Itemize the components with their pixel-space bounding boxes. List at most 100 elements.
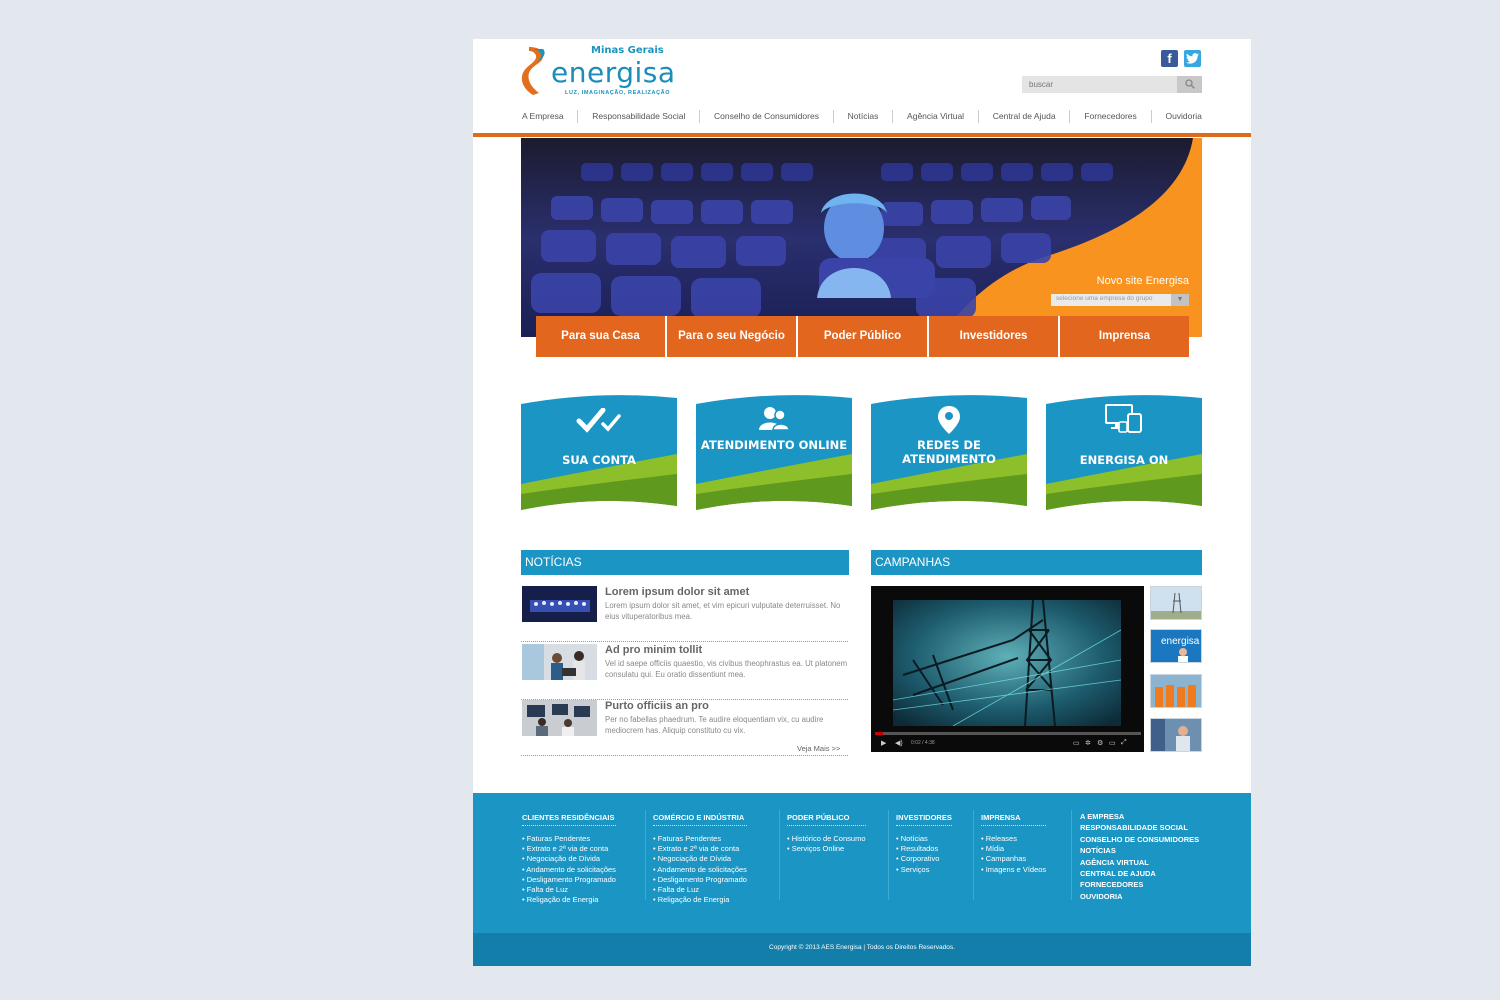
video-player[interactable]: ▶ ◀) 0:02 / 4:38 ▭ ✲ ⚙ ▭ ⤢ [871, 586, 1144, 752]
settings-icon[interactable]: ⚙ [1097, 739, 1103, 747]
chevron-down-icon: ▼ [1171, 294, 1189, 306]
footer-link[interactable]: • Desligamento Programado [522, 875, 616, 885]
audience-tabs: Para sua Casa Para o seu Negócio Poder P… [536, 316, 1189, 357]
video-thumbnail[interactable] [1150, 674, 1202, 708]
card-sua-conta[interactable]: SUA CONTA [521, 394, 677, 512]
tab-para-sua-casa[interactable]: Para sua Casa [536, 316, 667, 357]
footer-link[interactable]: • Religação de Energia [653, 895, 747, 905]
gear-icon[interactable]: ✲ [1085, 739, 1091, 747]
footer-link[interactable]: • Faturas Pendentes [653, 834, 747, 844]
footer-link-a-empresa[interactable]: A EMPRESA [1080, 811, 1199, 822]
logo-region: Minas Gerais [591, 45, 664, 56]
footer-link[interactable]: • Imagens e Vídeos [981, 865, 1046, 875]
footer-link[interactable]: • Falta de Luz [653, 885, 747, 895]
captions-icon[interactable]: ▭ [1073, 739, 1080, 747]
tab-poder-publico[interactable]: Poder Público [798, 316, 929, 357]
footer-link[interactable]: • Resultados [896, 844, 952, 854]
nav-divider [1150, 110, 1152, 123]
video-time: 0:02 / 4:38 [911, 740, 935, 746]
footer-column-poder-publico: PODER PÚBLICO • Histórico de Consumo • S… [787, 813, 866, 854]
footer-link-conselho-de-consumidores[interactable]: CONSELHO DE CONSUMIDORES [1080, 834, 1199, 845]
card-redes-de-atendimento[interactable]: REDES DE ATENDIMENTO [871, 394, 1027, 512]
footer-column-clientes-residenciais: CLIENTES RESIDÊNCIAIS • Faturas Pendente… [522, 813, 616, 905]
nav-item-agencia-virtual[interactable]: Agência Virtual [907, 108, 964, 124]
header-divider [473, 133, 1251, 137]
footer-link-agencia-virtual[interactable]: AGÊNCIA VIRTUAL [1080, 857, 1199, 868]
news-item[interactable]: Lorem ipsum dolor sit amet Lorem ipsum d… [521, 586, 848, 642]
footer-link-central-de-ajuda[interactable]: CENTRAL DE AJUDA [1080, 868, 1199, 879]
double-check-icon [521, 407, 677, 439]
footer-link[interactable]: • Falta de Luz [522, 885, 616, 895]
facebook-icon[interactable]: f [1161, 50, 1178, 67]
news-heading: NOTÍCIAS [521, 550, 849, 575]
footer-link[interactable]: • Faturas Pendentes [522, 834, 616, 844]
footer-link[interactable]: • Extrato e 2ª via de conta [653, 844, 747, 854]
card-label: ENERGISA ON [1079, 453, 1169, 467]
nav-item-ouvidoria[interactable]: Ouvidoria [1165, 108, 1201, 124]
footer-link[interactable]: • Notícias [896, 834, 952, 844]
footer-link[interactable]: • Histórico de Consumo [787, 834, 866, 844]
footer-link[interactable]: • Campanhas [981, 854, 1046, 864]
footer-link-ouvidoria[interactable]: OUVIDORIA [1080, 891, 1199, 902]
footer-link[interactable]: • Serviços [896, 865, 952, 875]
footer-link[interactable]: • Andamento de solicitações [653, 865, 747, 875]
nav-item-fornecedores[interactable]: Fornecedores [1084, 108, 1136, 124]
energisa-logo[interactable]: Minas Gerais energisa LUZ, IMAGINAÇÃO, R… [521, 44, 681, 99]
footer-link[interactable]: • Desligamento Programado [653, 875, 747, 885]
footer-link[interactable]: • Extrato e 2ª via de conta [522, 844, 616, 854]
footer-column-imprensa: IMPRENSA • Releases • Mídia • Campanhas … [981, 813, 1047, 875]
nav-divider [1069, 110, 1071, 123]
fullscreen-icon[interactable]: ⤢ [1121, 739, 1127, 747]
footer-link[interactable]: • Negociação de Dívida [522, 854, 616, 864]
nav-divider [832, 110, 834, 123]
theater-mode-icon[interactable]: ▭ [1109, 739, 1116, 747]
tab-investidores[interactable]: Investidores [929, 316, 1060, 357]
tab-imprensa[interactable]: Imprensa [1060, 316, 1189, 357]
footer-link-fornecedores[interactable]: FORNECEDORES [1080, 879, 1199, 890]
play-icon[interactable]: ▶ [881, 739, 886, 747]
nav-item-a-empresa[interactable]: A Empresa [522, 108, 564, 124]
map-pin-icon [871, 406, 1027, 439]
news-title[interactable]: Lorem ipsum dolor sit amet [605, 586, 749, 598]
nav-item-conselho-de-consumidores[interactable]: Conselho de Consumidores [714, 108, 819, 124]
news-thumbnail [522, 586, 597, 622]
hero-banner: Novo site Energisa selecione uma empresa… [521, 138, 1202, 337]
company-select[interactable]: selecione uma empresa do grupo ▼ [1051, 294, 1189, 306]
twitter-icon[interactable] [1184, 50, 1201, 67]
nav-item-noticias[interactable]: Notícias [848, 108, 879, 124]
footer-link[interactable]: • Serviços Online [787, 844, 866, 854]
news-more-link[interactable]: Veja Mais >> [797, 744, 840, 753]
main-nav: A Empresa Responsabilidade Social Consel… [522, 108, 1202, 124]
video-thumbnail[interactable] [1150, 718, 1202, 752]
footer-link[interactable]: • Mídia [981, 844, 1046, 854]
card-label: ATENDIMENTO ONLINE [700, 438, 848, 452]
news-thumbnail [522, 700, 597, 736]
footer-link[interactable]: • Corporativo [896, 854, 952, 864]
news-title[interactable]: Ad pro minim tollit [605, 644, 702, 656]
footer-link[interactable]: • Religação de Energia [522, 895, 616, 905]
card-atendimento-online[interactable]: ATENDIMENTO ONLINE [696, 394, 852, 512]
search-button[interactable] [1177, 76, 1202, 93]
footer-link[interactable]: • Releases [981, 834, 1046, 844]
video-progress [875, 732, 883, 735]
nav-item-central-de-ajuda[interactable]: Central de Ajuda [993, 108, 1056, 124]
news-title[interactable]: Purto officiis an pro [605, 700, 709, 712]
footer-link-noticias[interactable]: NOTÍCIAS [1080, 845, 1199, 856]
footer-link[interactable]: • Andamento de solicitações [522, 865, 616, 875]
video-thumbnail[interactable]: energisa [1150, 629, 1202, 663]
nav-item-responsabilidade-social[interactable]: Responsabilidade Social [592, 108, 685, 124]
search-input[interactable] [1022, 76, 1177, 93]
company-select-placeholder: selecione uma empresa do grupo [1056, 295, 1153, 302]
volume-icon[interactable]: ◀) [895, 739, 903, 747]
news-summary: Vel id saepe officiis quaestio, vis civi… [605, 659, 848, 679]
card-label: SUA CONTA [562, 453, 636, 467]
tab-para-o-seu-negocio[interactable]: Para o seu Negócio [667, 316, 798, 357]
video-thumbnail[interactable] [1150, 586, 1202, 620]
footer-link[interactable]: • Negociação de Dívida [653, 854, 747, 864]
footer-column-title: COMÉRCIO E INDÚSTRIA [653, 813, 747, 826]
card-energisa-on[interactable]: ENERGISA ON [1046, 394, 1202, 512]
news-item[interactable]: Ad pro minim tollit Vel id saepe officii… [521, 644, 848, 700]
campaigns-heading: CAMPANHAS [871, 550, 1202, 575]
footer-link-responsabilidade-social[interactable]: RESPONSABILIDADE SOCIAL [1080, 822, 1199, 833]
video-progress-bar[interactable] [875, 732, 1141, 735]
